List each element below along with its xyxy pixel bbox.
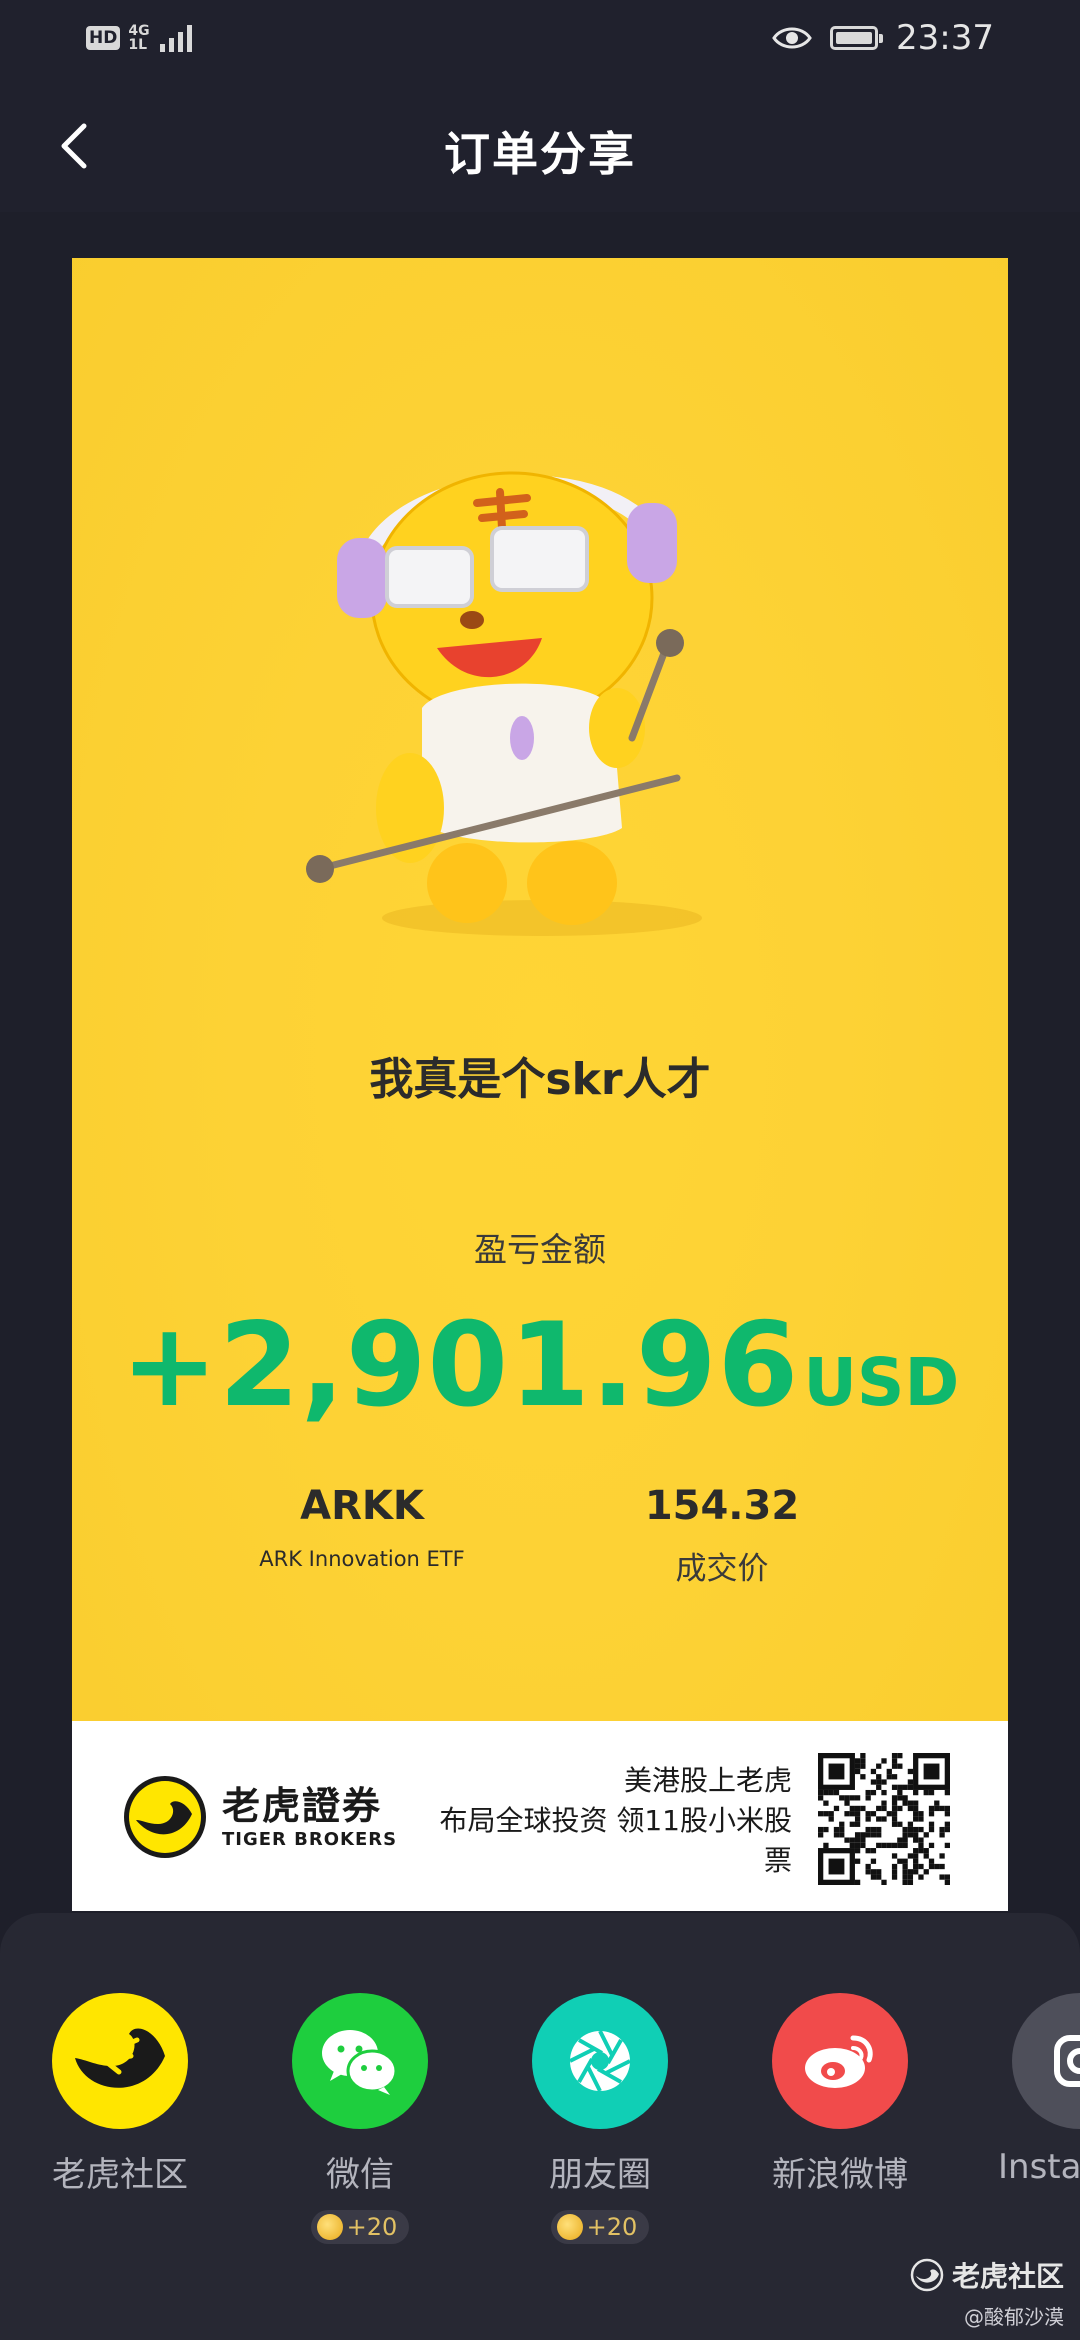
coin-icon [556,2214,583,2240]
network-sub-label: 1L [128,37,148,53]
promo-text: 美港股上老虎 布局全球投资 领11股小米股 票 [372,1761,792,1881]
price-value: 154.32 [644,1483,800,1529]
pl-amount: +2,901.96USD [72,1298,1008,1433]
price-label: 成交价 [675,1551,769,1587]
share-card: 我真是个skr人才 盈亏金额 +2,901.96USD ARKK ARK Inn… [72,258,1008,1911]
status-right: 23:37 [772,18,994,58]
symbol-ticker: ARKK [300,1483,424,1529]
tiger-community-logo-icon [910,2258,944,2292]
brand-footer: 老虎證券 TIGER BROKERS 美港股上老虎 布局全球投资 领11股小米股… [72,1721,1008,1911]
share-item-instagram[interactable]: Insta [980,1993,1080,2187]
share-label: 微信 [326,2155,394,2195]
battery-icon [830,26,884,50]
brand-name-cn: 老虎證券 [222,1784,383,1828]
pl-label: 盈亏金额 [474,1230,606,1269]
battery-level [836,32,873,44]
symbol-block: ARKK ARK Innovation ETF [212,1483,512,1571]
share-item-moments[interactable]: 朋友圈 +20 [500,1993,700,2244]
network-label: 4G [128,23,150,39]
share-item-weibo[interactable]: 新浪微博 [740,1993,940,2196]
reward-badge: +20 [550,2210,650,2244]
status-left: HD 4G 1L [86,22,198,54]
coin-icon [316,2214,343,2240]
tiger-mascot-icon [306,471,702,936]
brand-text: 老虎證券 TIGER BROKERS [222,1785,397,1850]
promo-line-2: 布局全球投资 领11股小米股 [439,1804,792,1837]
promo-line-1: 美港股上老虎 [623,1764,792,1797]
instagram-icon [1012,1993,1080,2129]
tiger-brokers-logo-icon [124,1776,206,1858]
reward-badge: +20 [310,2210,410,2244]
moments-icon [532,1993,668,2129]
symbol-name: ARK Innovation ETF [259,1547,465,1571]
eye-icon [772,27,812,49]
hd-badge: HD [86,26,121,50]
price-block: 154.32 成交价 [572,1483,872,1588]
share-label: 老虎社区 [52,2155,188,2195]
wechat-icon [292,1993,428,2129]
nav-bar: 订单分享 [0,80,1080,212]
pl-currency: USD [803,1344,960,1421]
qr-code [818,1753,950,1885]
share-label: 新浪微博 [772,2155,908,2195]
watermark-main: 老虎社区 [910,2255,1064,2295]
pl-value: +2,901.96 [120,1298,800,1433]
tiger-community-icon [52,1993,188,2129]
reward-value: +20 [586,2213,638,2241]
watermark-text: 老虎社区 [951,2260,1064,2293]
share-label: 朋友圈 [549,2155,651,2195]
page-title: 订单分享 [444,127,636,181]
watermark: 老虎社区 @酸郁沙漠 [910,2255,1064,2330]
weibo-icon [772,1993,908,2129]
status-bar: HD 4G 1L 23:37 [0,0,1080,80]
network-type: 4G 1L [128,24,149,52]
status-time: 23:37 [896,18,994,58]
signal-icon [159,25,192,52]
watermark-user: @酸郁沙漠 [964,2305,1064,2329]
share-item-wechat[interactable]: 微信 +20 [260,1993,460,2244]
share-label: Insta [998,2147,1080,2187]
slogan: 我真是个skr人才 [369,1054,711,1105]
brand-name-en: TIGER BROKERS [222,1829,398,1850]
share-item-tiger-community[interactable]: 老虎社区 [20,1993,220,2196]
promo-line-3: 票 [763,1844,792,1877]
reward-value: +20 [346,2213,398,2241]
